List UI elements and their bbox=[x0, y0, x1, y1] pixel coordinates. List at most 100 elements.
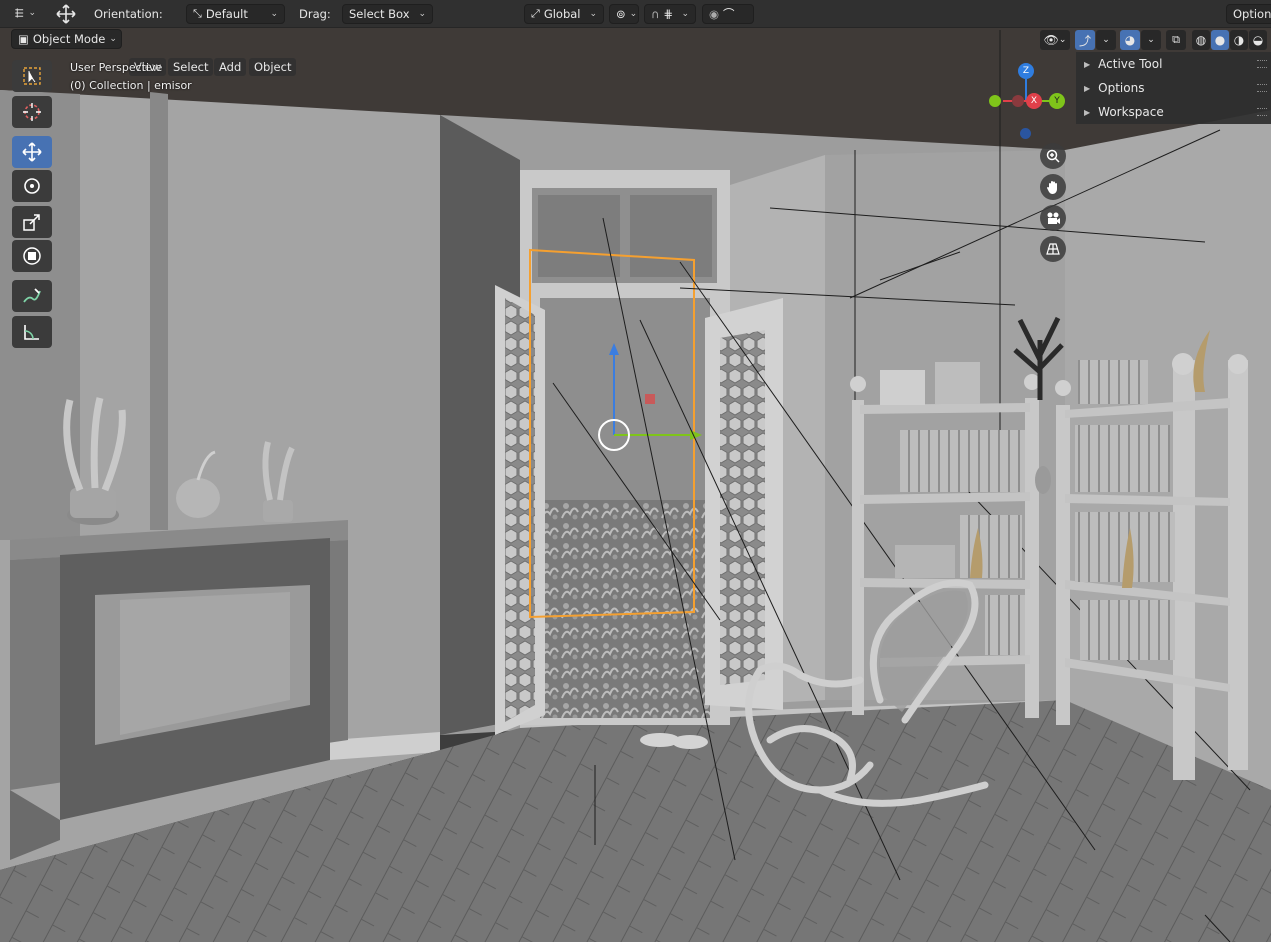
y-axis-label[interactable]: Y bbox=[1049, 93, 1065, 109]
tool-select-box[interactable] bbox=[12, 60, 52, 92]
snap-toggle[interactable]: ∩ ⋕ ⌄ bbox=[644, 4, 696, 24]
menu-add[interactable]: Add bbox=[214, 58, 247, 76]
overlays-dropdown[interactable]: ⌄ bbox=[1141, 30, 1161, 50]
tool-annotate[interactable] bbox=[12, 280, 52, 312]
panel-label: Workspace bbox=[1098, 105, 1164, 119]
collapse-triangle-icon: ▶ bbox=[1084, 107, 1091, 117]
drag-grip-icon[interactable] bbox=[1257, 108, 1267, 116]
options-button[interactable]: Options bbox=[1226, 4, 1271, 24]
camera-icon bbox=[1047, 212, 1060, 224]
drag-grip-icon[interactable] bbox=[1257, 60, 1267, 68]
chevron-down-icon: ⌄ bbox=[1147, 35, 1155, 45]
z-axis-label[interactable]: Z bbox=[1018, 63, 1034, 79]
orientation-dropdown[interactable]: ⤡ Default ⌄ bbox=[186, 4, 285, 24]
orientation-label: Orientation: bbox=[94, 7, 163, 21]
wireframe-sphere-icon: ◍ bbox=[1195, 33, 1207, 47]
chevron-down-icon: ⌄ bbox=[681, 9, 689, 19]
select-box-icon bbox=[23, 67, 41, 85]
camera-view-button[interactable] bbox=[1040, 205, 1066, 231]
panel-active-tool[interactable]: ▶ Active Tool bbox=[1084, 53, 1162, 75]
collapse-triangle-icon: ▶ bbox=[1084, 83, 1091, 93]
magnet-icon: ∩ bbox=[651, 7, 660, 21]
move-tool-icon[interactable] bbox=[55, 3, 77, 25]
gizmo-toggle[interactable]: ⤴ bbox=[1075, 30, 1095, 50]
solid-sphere-icon: ● bbox=[1214, 33, 1226, 47]
transform-orientation-dropdown[interactable]: ⤢ Global ⌄ bbox=[524, 4, 604, 24]
options-label: Options bbox=[1233, 7, 1271, 21]
zoom-icon bbox=[1046, 149, 1060, 163]
overlays-toggle[interactable]: ◕ bbox=[1120, 30, 1140, 50]
tool-measure[interactable] bbox=[12, 316, 52, 348]
xray-icon: ⧉ bbox=[1172, 33, 1180, 46]
chevron-down-icon: ⌄ bbox=[270, 9, 278, 19]
view-name: User Perspective bbox=[70, 61, 163, 74]
transform-icon bbox=[23, 247, 41, 265]
tool-transform[interactable] bbox=[12, 240, 52, 272]
global-orientation-icon: ⤢ bbox=[531, 7, 540, 20]
mode-value: Object Mode bbox=[32, 32, 106, 46]
tool-settings-header: ⌄ Orientation: ⤡ Default ⌄ Drag: Select … bbox=[0, 0, 1271, 28]
viewport-header: ▣ Object Mode ⌄ View Select Add Object 👁… bbox=[0, 27, 1271, 76]
chevron-down-icon: ⌄ bbox=[629, 9, 638, 19]
eye-icon: 👁 bbox=[1043, 33, 1059, 47]
proportional-edit-toggle[interactable]: ◉ ⌒ bbox=[702, 4, 754, 24]
annotate-icon bbox=[23, 288, 41, 303]
snap-grid-icon: ⋕ bbox=[663, 7, 674, 21]
tool-move[interactable] bbox=[12, 136, 52, 168]
shading-solid[interactable]: ● bbox=[1211, 30, 1229, 50]
tool-scale[interactable] bbox=[12, 206, 52, 238]
transform-pivot-icon bbox=[15, 8, 24, 18]
menu-select[interactable]: Select bbox=[168, 58, 214, 76]
panel-label: Active Tool bbox=[1098, 57, 1163, 71]
proportional-edit-icon: ◉ bbox=[709, 7, 720, 21]
shading-wireframe[interactable]: ◍ bbox=[1192, 30, 1210, 50]
falloff-curve-icon: ⌒ bbox=[723, 7, 735, 21]
collapse-triangle-icon: ▶ bbox=[1084, 59, 1091, 69]
x-axis-label[interactable]: X bbox=[1026, 93, 1042, 109]
panel-workspace[interactable]: ▶ Workspace bbox=[1084, 101, 1164, 123]
pan-hand-icon bbox=[1047, 181, 1057, 194]
object-mode-icon: ▣ bbox=[18, 32, 29, 46]
material-sphere-icon: ◑ bbox=[1233, 33, 1245, 47]
rotate-icon bbox=[24, 178, 40, 194]
shading-rendered[interactable]: ◒ bbox=[1249, 30, 1267, 50]
chevron-down-icon: ⌄ bbox=[109, 34, 117, 44]
menu-object[interactable]: Object bbox=[249, 58, 297, 76]
pan-button[interactable] bbox=[1040, 174, 1066, 200]
editor-type-button[interactable]: ⌄ bbox=[8, 3, 42, 23]
gizmo-dropdown[interactable]: ⌄ bbox=[1096, 30, 1116, 50]
shading-material[interactable]: ◑ bbox=[1230, 30, 1248, 50]
scene-render bbox=[0, 27, 1271, 942]
orientation-value: Default bbox=[205, 7, 248, 21]
measure-icon bbox=[24, 325, 39, 340]
chevron-down-icon: ⌄ bbox=[589, 9, 597, 19]
mode-dropdown[interactable]: ▣ Object Mode ⌄ bbox=[11, 29, 122, 49]
tool-cursor[interactable] bbox=[12, 96, 52, 128]
chevron-down-icon: ⌄ bbox=[1102, 35, 1110, 45]
pivot-icon: ⊚ bbox=[616, 7, 626, 21]
3d-viewport[interactable]: Z X Y bbox=[0, 27, 1271, 942]
drag-label: Drag: bbox=[299, 7, 331, 21]
overlays-icon: ◕ bbox=[1124, 33, 1136, 47]
drag-value: Select Box bbox=[349, 7, 410, 21]
visibility-dropdown[interactable]: 👁 ⌄ bbox=[1040, 30, 1070, 50]
scale-icon bbox=[23, 214, 40, 231]
move-icon bbox=[22, 142, 42, 162]
chevron-down-icon: ⌄ bbox=[418, 9, 426, 19]
perspective-toggle-button[interactable] bbox=[1040, 236, 1066, 262]
zoom-button[interactable] bbox=[1040, 143, 1066, 169]
transform-space-value: Global bbox=[543, 7, 581, 21]
xray-toggle[interactable]: ⧉ bbox=[1166, 30, 1186, 50]
cursor-icon bbox=[23, 103, 41, 121]
tool-rotate[interactable] bbox=[12, 170, 52, 202]
panel-label: Options bbox=[1098, 81, 1145, 95]
panel-options[interactable]: ▶ Options bbox=[1084, 77, 1144, 99]
drag-grip-icon[interactable] bbox=[1257, 84, 1267, 92]
drag-dropdown[interactable]: Select Box ⌄ bbox=[342, 4, 433, 24]
gizmo-icon: ⤴ bbox=[1078, 33, 1091, 48]
orientation-icon: ⤡ bbox=[193, 7, 202, 20]
pivot-point-dropdown[interactable]: ⊚ ⌄ bbox=[609, 4, 639, 24]
rendered-sphere-icon: ◒ bbox=[1252, 33, 1264, 47]
collection-info: (0) Collection | emisor bbox=[70, 79, 192, 92]
sidebar-panel: ▶ Active Tool ▶ Options ▶ Workspace bbox=[1076, 52, 1271, 124]
